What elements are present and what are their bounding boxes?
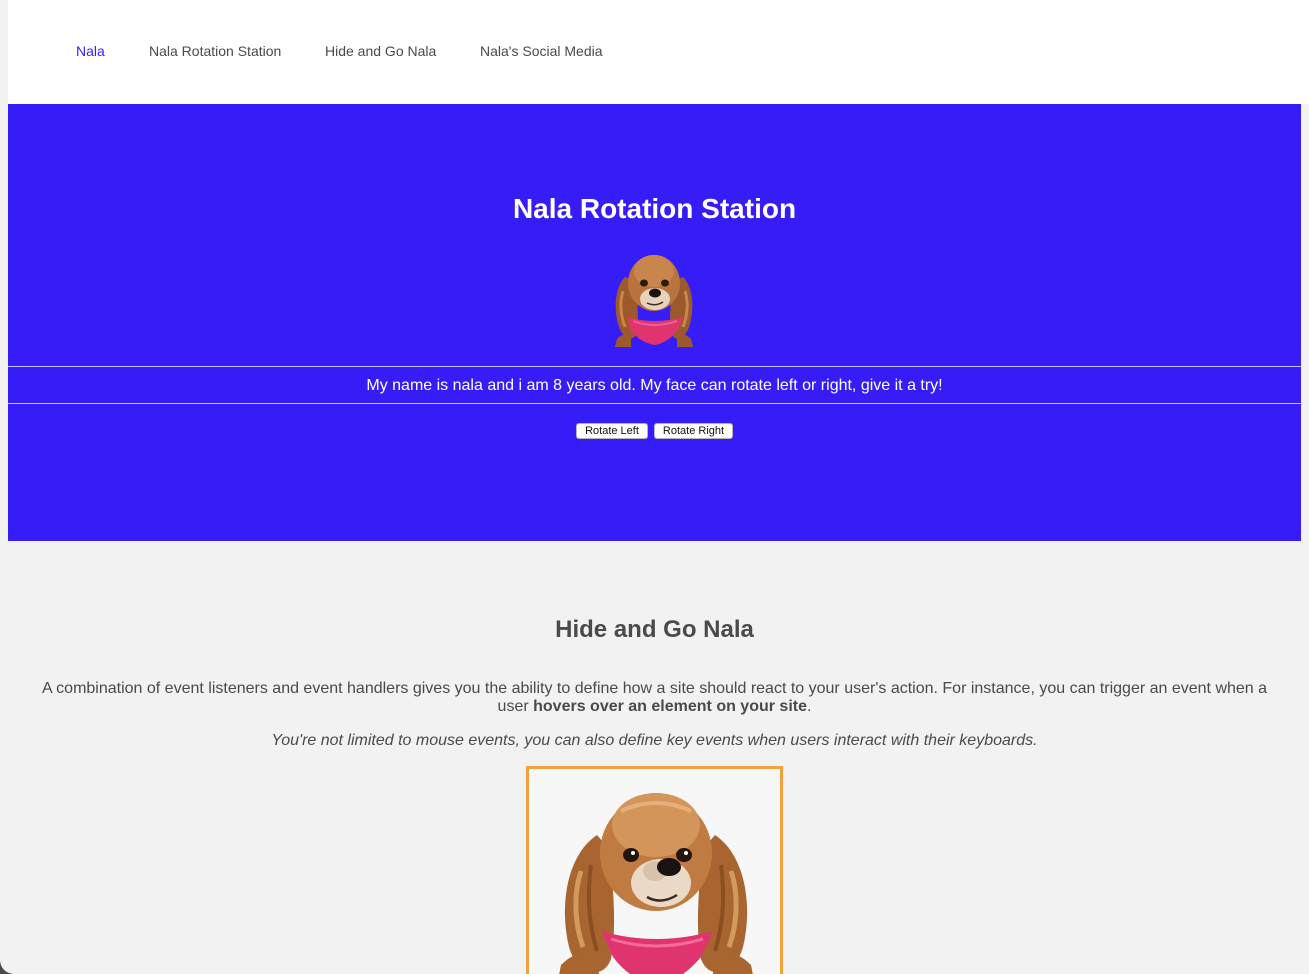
rotate-left-button[interactable]: Rotate Left [576, 423, 648, 439]
nav-link-nala[interactable]: Nala [76, 42, 105, 60]
hide-section-italic-note: You're not limited to mouse events, you … [271, 732, 1038, 749]
page-left-strip [0, 0, 8, 104]
nav-link-hide-and-go-nala[interactable]: Hide and Go Nala [325, 42, 436, 60]
nala-face-image [615, 255, 693, 347]
page: Nala Nala Rotation Station Hide and Go N… [0, 0, 1309, 974]
nav-link-rotation-station[interactable]: Nala Rotation Station [149, 42, 281, 60]
hover-nala-image-frame[interactable] [526, 766, 783, 974]
hide-section-paragraph: A combination of event listeners and eve… [36, 680, 1273, 716]
rotation-description-bar: My name is nala and i am 8 years old. My… [8, 366, 1301, 404]
browser-frame: Nala Nala Rotation Station Hide and Go N… [0, 0, 1309, 974]
nala-hover-image [559, 793, 753, 974]
nav-link-social-media[interactable]: Nala's Social Media [480, 42, 603, 60]
paragraph-bold-text: hovers over an element on your site [533, 698, 807, 715]
top-navbar: Nala Nala Rotation Station Hide and Go N… [8, 0, 1301, 104]
navbar-edge [1301, 0, 1309, 104]
rotate-right-button[interactable]: Rotate Right [654, 423, 733, 439]
rotation-description: My name is nala and i am 8 years old. My… [366, 377, 943, 394]
rotation-station-section: Nala Rotation Station My name is nala an… [8, 104, 1301, 541]
rotation-title: Nala Rotation Station [512, 193, 797, 224]
hide-section-title: Hide and Go Nala [555, 616, 754, 643]
paragraph-end: . [807, 698, 812, 715]
